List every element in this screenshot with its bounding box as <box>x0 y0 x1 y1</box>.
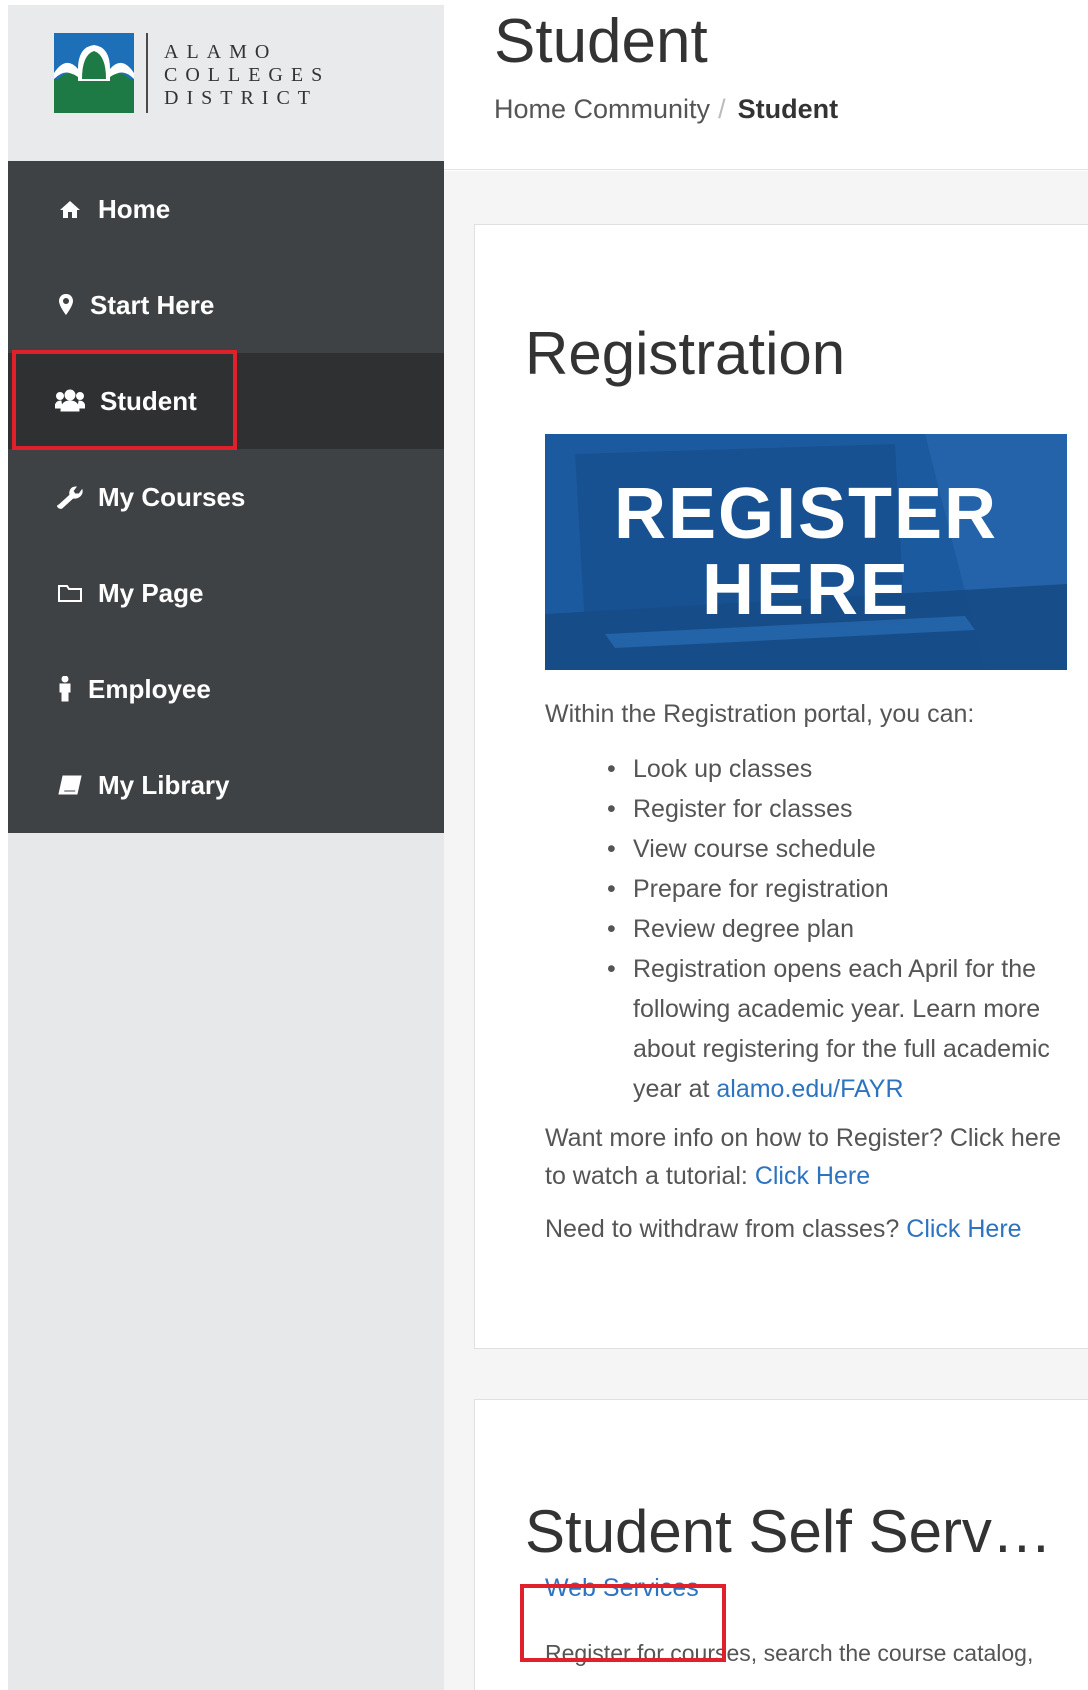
sidebar-item-label: Home <box>98 193 171 224</box>
self-service-card: Student Self Serv… Web Services Register… <box>474 1399 1088 1690</box>
logo-line-colleges: COLLEGES <box>164 64 331 86</box>
map-marker-icon <box>52 293 80 317</box>
sidebar-item-my-library[interactable]: My Library <box>8 737 444 833</box>
sidebar-item-student[interactable]: Student <box>8 353 444 449</box>
withdraw-click-here-link[interactable]: Click Here <box>906 1215 1021 1243</box>
banner-text: REGISTER HERE <box>545 476 1067 628</box>
folder-icon <box>52 582 88 604</box>
sidebar-nav: Home Start Here Student My Courses My Pa… <box>8 161 444 833</box>
registration-card: Registration REGISTER HERE Within the Re… <box>474 224 1088 1349</box>
registration-bullet-list: Look up classes Register for classes Vie… <box>607 749 1077 1109</box>
list-item: View course schedule <box>607 829 1077 869</box>
sidebar-item-label: My Page <box>98 577 204 608</box>
main-content: Registration REGISTER HERE Within the Re… <box>444 171 1088 1690</box>
wrench-icon <box>52 485 88 509</box>
breadcrumb-home-community[interactable]: Home Community <box>494 94 710 124</box>
withdraw-text: Need to withdraw from classes? <box>545 1215 907 1243</box>
fayr-link[interactable]: alamo.edu/FAYR <box>716 1075 903 1103</box>
tutorial-paragraph: Want more info on how to Register? Click… <box>545 1119 1065 1195</box>
page-header: Student Home Community / Student <box>444 0 1088 170</box>
banner-line-register: REGISTER <box>613 474 999 554</box>
sidebar-item-label: Employee <box>88 673 211 704</box>
sidebar-item-label: My Library <box>98 769 230 800</box>
breadcrumb: Home Community / Student <box>494 94 838 125</box>
self-service-title: Student Self Serv… <box>525 1498 1052 1565</box>
book-icon <box>52 774 88 796</box>
logo-area[interactable]: ALAMO COLLEGES DISTRICT <box>8 5 444 161</box>
logo-line-district: DISTRICT <box>164 87 318 109</box>
list-item: Register for classes <box>607 789 1077 829</box>
home-icon <box>52 199 88 219</box>
sidebar-item-my-page[interactable]: My Page <box>8 545 444 641</box>
list-item: Review degree plan <box>607 909 1077 949</box>
sidebar-item-label: Start Here <box>90 289 215 320</box>
registration-intro: Within the Registration portal, you can: <box>545 700 975 728</box>
registration-title: Registration <box>525 320 846 387</box>
list-item: Registration opens each April for the fo… <box>607 949 1077 1109</box>
logo-line-alamo: ALAMO <box>164 41 278 63</box>
logo-text: ALAMO COLLEGES DISTRICT <box>164 41 330 110</box>
tutorial-click-here-link[interactable]: Click Here <box>755 1162 870 1190</box>
users-icon <box>52 389 88 413</box>
sidebar-item-my-courses[interactable]: My Courses <box>8 449 444 545</box>
register-here-banner[interactable]: REGISTER HERE <box>545 434 1067 670</box>
logo-divider <box>146 33 148 113</box>
sidebar-item-start-here[interactable]: Start Here <box>8 257 444 353</box>
alamo-logo-icon <box>54 33 134 113</box>
list-item: Prepare for registration <box>607 869 1077 909</box>
sidebar-item-label: Student <box>100 385 197 416</box>
person-icon <box>52 676 78 702</box>
sidebar: ALAMO COLLEGES DISTRICT Home Start Here <box>8 5 444 1690</box>
breadcrumb-separator: / <box>718 94 726 124</box>
page: ALAMO COLLEGES DISTRICT Home Start Here <box>0 0 1088 1690</box>
self-service-description: Register for courses, search the course … <box>545 1640 1034 1666</box>
list-item: Look up classes <box>607 749 1077 789</box>
sidebar-item-home[interactable]: Home <box>8 161 444 257</box>
breadcrumb-current: Student <box>737 94 839 124</box>
withdraw-paragraph: Need to withdraw from classes? Click Her… <box>545 1210 1065 1248</box>
sidebar-item-employee[interactable]: Employee <box>8 641 444 737</box>
banner-line-here: HERE <box>701 550 911 630</box>
page-title: Student <box>494 7 708 76</box>
web-services-link[interactable]: Web Services <box>545 1574 699 1603</box>
sidebar-item-label: My Courses <box>98 481 246 512</box>
